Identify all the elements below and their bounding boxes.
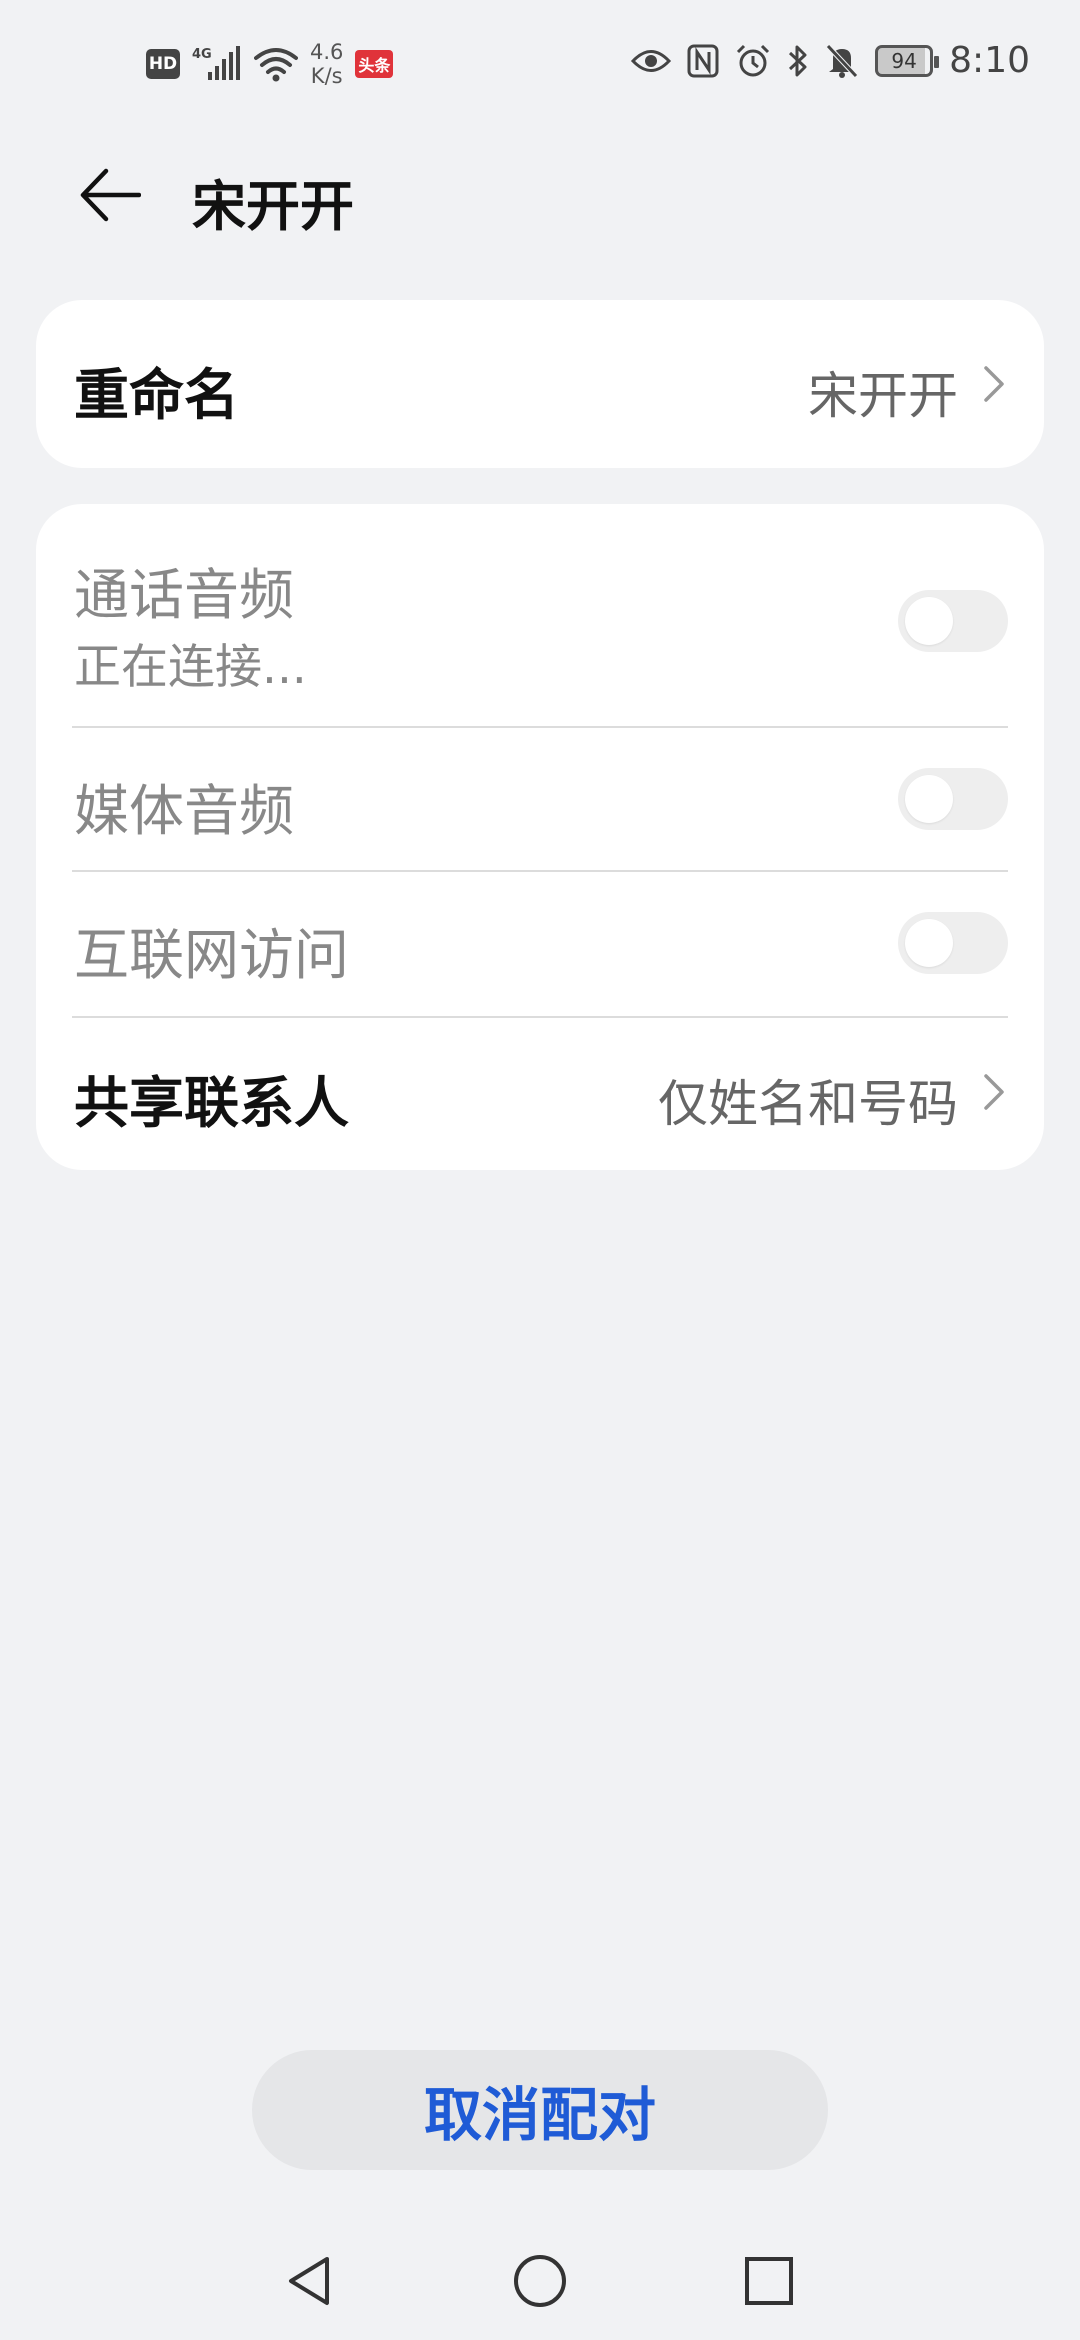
status-bar-time: 8:10 [949,40,1030,81]
rename-value: 宋开开 [808,367,958,425]
nav-home-icon [514,2255,566,2307]
system-navigation-bar [0,2220,1080,2340]
back-arrow-icon [80,168,141,222]
status-bar: HD 4G 4.6 K/s 头条 94 8:10 [0,0,1080,130]
toggle-knob [905,919,953,967]
battery-icon: 94 [875,44,940,77]
hd-icon: HD [146,49,180,79]
nfc-icon [687,44,719,78]
media-audio-toggle[interactable] [898,768,1008,830]
toggle-knob [905,775,953,823]
media-audio-row: 媒体音频 [36,728,1044,870]
call-audio-label: 通话音频 [74,563,295,627]
call-audio-row: 通话音频 正在连接... [36,504,1044,726]
signal-icon: 4G [192,46,242,82]
nav-back-button[interactable] [274,2246,344,2316]
bluetooth-device-settings-screen: HD 4G 4.6 K/s 头条 94 8:10 宋开开 重命名 宋开开 通话音… [0,0,1080,2340]
device-settings-card: 通话音频 正在连接... 媒体音频 互联网访问 共享联系人 仅姓名和号码 [36,504,1044,1170]
status-bar-right: 94 8:10 [631,40,1030,81]
chevron-right-icon [984,366,1004,402]
network-speed-unit: K/s [310,64,343,88]
mute-icon [825,43,859,79]
news-app-badge: 头条 [355,50,394,78]
bluetooth-icon [787,43,809,79]
internet-access-toggle[interactable] [898,912,1008,974]
back-button[interactable] [70,160,150,230]
chevron-right-icon [984,1074,1004,1110]
internet-access-label: 互联网访问 [74,923,350,987]
network-speed: 4.6 K/s [310,40,343,88]
rename-row[interactable]: 重命名 宋开开 [36,300,1044,468]
call-audio-toggle[interactable] [898,590,1008,652]
nav-home-button[interactable] [505,2246,575,2316]
network-speed-value: 4.6 [310,40,344,64]
nav-recents-button[interactable] [734,2246,804,2316]
eye-icon [631,46,672,76]
nav-recents-icon [745,2257,793,2305]
share-contacts-label: 共享联系人 [74,1071,350,1135]
call-audio-status: 正在连接... [74,640,307,695]
media-audio-label: 媒体音频 [74,779,295,843]
internet-access-row: 互联网访问 [36,872,1044,1016]
unpair-button[interactable]: 取消配对 [252,2050,828,2170]
status-bar-left: HD 4G 4.6 K/s 头条 [146,40,394,88]
share-contacts-row[interactable]: 共享联系人 仅姓名和号码 [36,1018,1044,1170]
share-contacts-value: 仅姓名和号码 [658,1075,958,1133]
page-title: 宋开开 [192,175,354,238]
wifi-icon [254,46,298,82]
rename-label: 重命名 [74,363,240,427]
toggle-knob [905,597,953,645]
network-type-label: 4G [192,47,212,62]
nav-back-icon [289,2257,329,2305]
rename-card: 重命名 宋开开 [36,300,1044,468]
page-header: 宋开开 [0,140,1080,250]
alarm-icon [735,43,771,79]
